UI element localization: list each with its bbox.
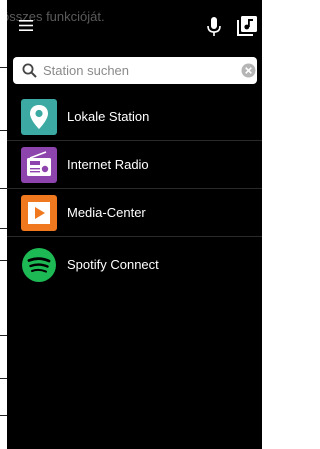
source-item-label: Lokale Station (67, 109, 150, 124)
spotify-icon (22, 248, 56, 282)
background-divider (0, 67, 7, 68)
background-divider (0, 335, 7, 336)
source-item-internet-radio[interactable]: Internet Radio (7, 141, 262, 189)
app-screen: összes funkcióját. Station suchen Lokale… (7, 0, 262, 449)
background-divider (0, 130, 7, 131)
background-divider (0, 260, 7, 261)
radio-icon (21, 147, 57, 183)
background-divider (0, 228, 7, 229)
microphone-icon[interactable] (206, 17, 222, 37)
source-item-label: Spotify Connect (67, 257, 159, 272)
search-bar (13, 57, 257, 84)
source-item-spotify-connect[interactable]: Spotify Connect (7, 241, 262, 289)
play-icon (21, 195, 57, 231)
clear-search-icon[interactable] (241, 63, 256, 78)
source-item-label: Internet Radio (67, 157, 149, 172)
search-icon (22, 63, 37, 78)
source-item-label: Media-Center (67, 205, 146, 220)
background-page-strip (0, 0, 7, 449)
hamburger-menu-icon[interactable] (19, 20, 33, 31)
source-item-media-center[interactable]: Media-Center (7, 189, 262, 237)
divider (7, 236, 262, 237)
location-pin-icon (21, 99, 57, 135)
background-divider (0, 188, 7, 189)
background-divider (0, 378, 7, 379)
search-input[interactable] (43, 60, 231, 81)
background-divider (0, 415, 7, 416)
music-library-icon[interactable] (236, 15, 258, 37)
source-item-lokale-station[interactable]: Lokale Station (7, 93, 262, 141)
top-bar: összes funkcióját. (7, 0, 262, 52)
